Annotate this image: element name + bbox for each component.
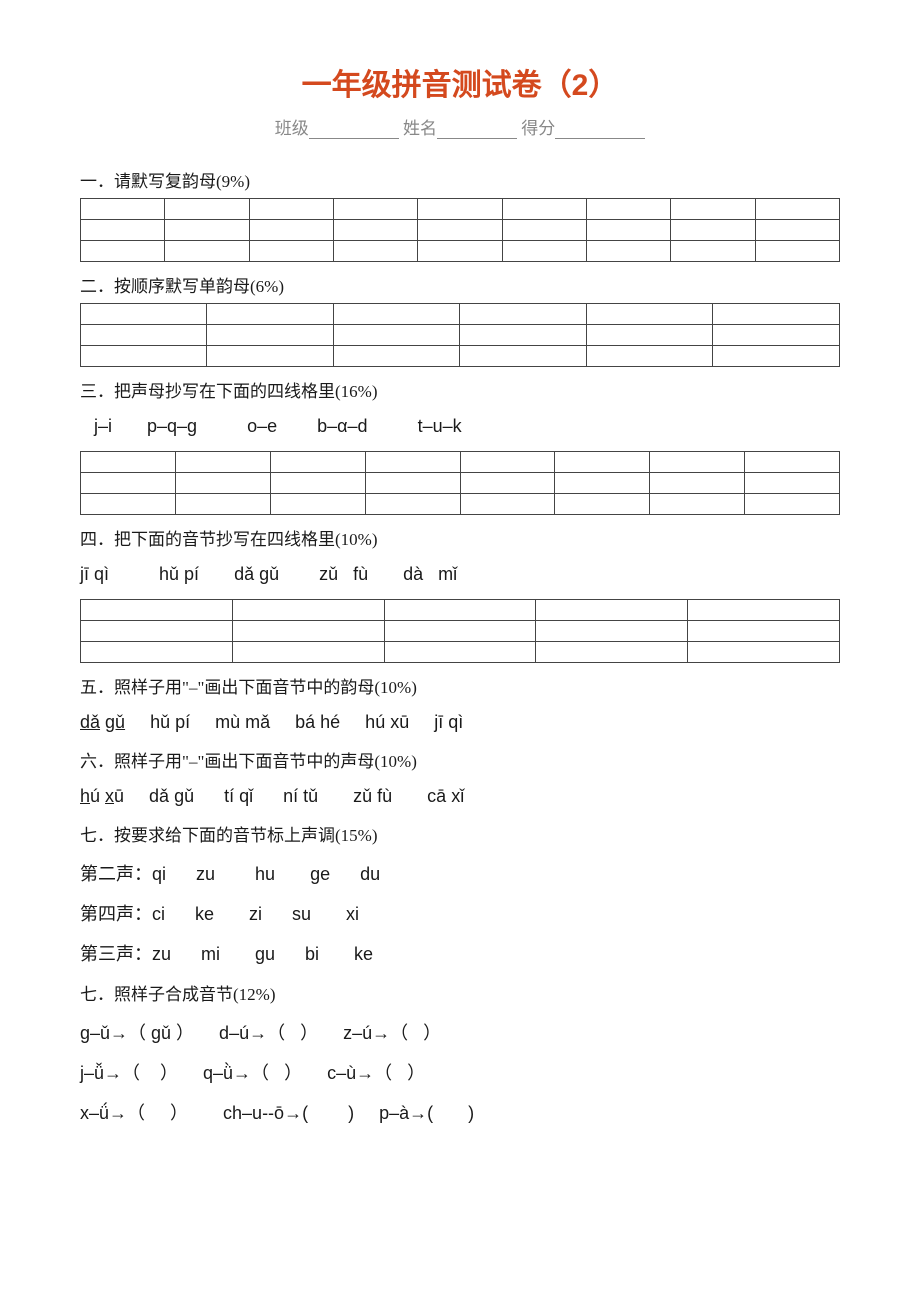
tone-2-line: 第二声：qi zu hu ge du bbox=[80, 860, 840, 886]
class-blank[interactable] bbox=[309, 122, 399, 139]
grid-3[interactable] bbox=[80, 451, 840, 515]
section-5-content: dǎ gǔ hǔ pí mù mǎ bá hé hú xū jī qì bbox=[80, 712, 840, 733]
tone-3-line: 第三声：zu mi gu bi ke bbox=[80, 940, 840, 966]
section-8-line-2: j–ǚ→（ ） q–ǜ→（ ） c–ù→（ ） bbox=[80, 1059, 840, 1085]
tone-4-label: 第四声： bbox=[80, 904, 152, 924]
section-4-content: jī qì hǔ pí dǎ gǔ zǔ fù dà mǐ bbox=[80, 564, 840, 585]
grid-1[interactable] bbox=[80, 198, 840, 262]
page-title: 一年级拼音测试卷（2） bbox=[80, 60, 840, 104]
section-8-title: 七．照样子合成音节(12%) bbox=[80, 980, 840, 1005]
section-1-title: 一．请默写复韵母(9%) bbox=[80, 167, 840, 192]
tone-4-content: ci ke zi su xi bbox=[152, 904, 359, 924]
tone-3-label: 第三声： bbox=[80, 944, 152, 964]
section-6-content: hú xū dǎ gǔ tí qǐ ní tǔ zǔ fù cā xǐ bbox=[80, 786, 840, 807]
tone-2-content: qi zu hu ge du bbox=[152, 864, 380, 884]
tone-4-line: 第四声：ci ke zi su xi bbox=[80, 900, 840, 926]
section-2-title: 二．按顺序默写单韵母(6%) bbox=[80, 272, 840, 297]
section-8-line-3: x–ǘ→（ ） ch–u--ō→( ) p–à→( ) bbox=[80, 1099, 840, 1125]
section-5-title: 五．照样子用"–"画出下面音节中的韵母(10%) bbox=[80, 673, 840, 698]
score-blank[interactable] bbox=[555, 122, 645, 139]
section-7-title: 七．按要求给下面的音节标上声调(15%) bbox=[80, 821, 840, 846]
name-blank[interactable] bbox=[437, 122, 517, 139]
section-8-line-1: g–ǔ→（ gǔ ） d–ú→（ ） z–ú→（ ） bbox=[80, 1019, 840, 1045]
grid-4[interactable] bbox=[80, 599, 840, 663]
name-label: 姓名 bbox=[403, 119, 437, 138]
grid-2[interactable] bbox=[80, 303, 840, 367]
student-info-line: 班级 姓名 得分 bbox=[80, 114, 840, 139]
section-4-title: 四．把下面的音节抄写在四线格里(10%) bbox=[80, 525, 840, 550]
section-6-title: 六．照样子用"–"画出下面音节中的声母(10%) bbox=[80, 747, 840, 772]
tone-2-label: 第二声： bbox=[80, 864, 152, 884]
tone-3-content: zu mi gu bi ke bbox=[152, 944, 373, 964]
section-3-content: j–i p–q–g o–e b–α–d t–u–k bbox=[80, 416, 840, 437]
score-label: 得分 bbox=[521, 119, 555, 138]
section-3-title: 三．把声母抄写在下面的四线格里(16%) bbox=[80, 377, 840, 402]
class-label: 班级 bbox=[275, 119, 309, 138]
